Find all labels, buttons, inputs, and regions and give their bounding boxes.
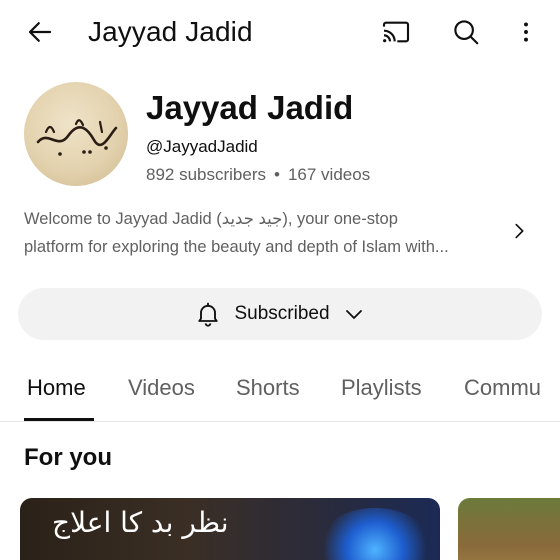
chevron-down-icon	[345, 310, 362, 319]
arrow-left-icon	[28, 22, 52, 42]
tab-videos[interactable]: Videos	[128, 374, 195, 402]
subscribed-label: Subscribed	[234, 303, 330, 324]
thumbnail-artwork	[320, 508, 430, 560]
cast-button[interactable]	[376, 12, 416, 52]
calligraphy-logo	[36, 119, 118, 156]
cast-icon	[382, 21, 410, 43]
tab-community[interactable]: Commu	[464, 374, 541, 402]
video-count: 167 videos	[287, 165, 371, 184]
search-button[interactable]	[446, 12, 486, 52]
thumbnail-title: نظر بد کا اعلاج	[52, 506, 229, 539]
bell-icon	[198, 302, 219, 327]
tab-home[interactable]: Home	[27, 374, 86, 402]
top-app-bar: Jayyad Jadid	[0, 0, 560, 64]
subscribed-button[interactable]: Subscribed	[18, 288, 542, 340]
chevron-right-icon	[515, 223, 524, 239]
search-icon	[454, 20, 479, 45]
channel-handle: @JayyadJadid	[146, 137, 258, 156]
channel-tabs: Home Videos Shorts Playlists Commu	[0, 360, 560, 422]
channel-name: Jayyad Jadid	[146, 89, 354, 126]
active-tab-indicator	[24, 418, 94, 421]
channel-avatar[interactable]	[24, 82, 128, 186]
stats-separator: •	[274, 165, 280, 184]
video-thumbnail[interactable]: نظر بد کا اعلاج	[20, 498, 440, 560]
page-title: Jayyad Jadid	[88, 16, 253, 47]
tab-shorts[interactable]: Shorts	[236, 374, 300, 402]
video-thumbnail[interactable]	[458, 498, 560, 560]
tab-playlists[interactable]: Playlists	[341, 374, 422, 402]
channel-stats: 892 subscribers • 167 videos	[146, 164, 370, 186]
subscriber-count: 892 subscribers	[146, 165, 267, 184]
more-vertical-icon	[524, 22, 528, 42]
section-title: For you	[24, 444, 112, 471]
channel-description[interactable]: Welcome to Jayyad Jadid (جید جدید), your…	[24, 205, 494, 261]
description-line: platform for exploring the beauty and de…	[24, 238, 449, 256]
description-line: Welcome to Jayyad Jadid (جید جدید), your…	[24, 210, 398, 228]
back-button[interactable]	[22, 14, 58, 50]
description-expand-button[interactable]	[506, 218, 532, 244]
more-options-button[interactable]	[506, 12, 546, 52]
